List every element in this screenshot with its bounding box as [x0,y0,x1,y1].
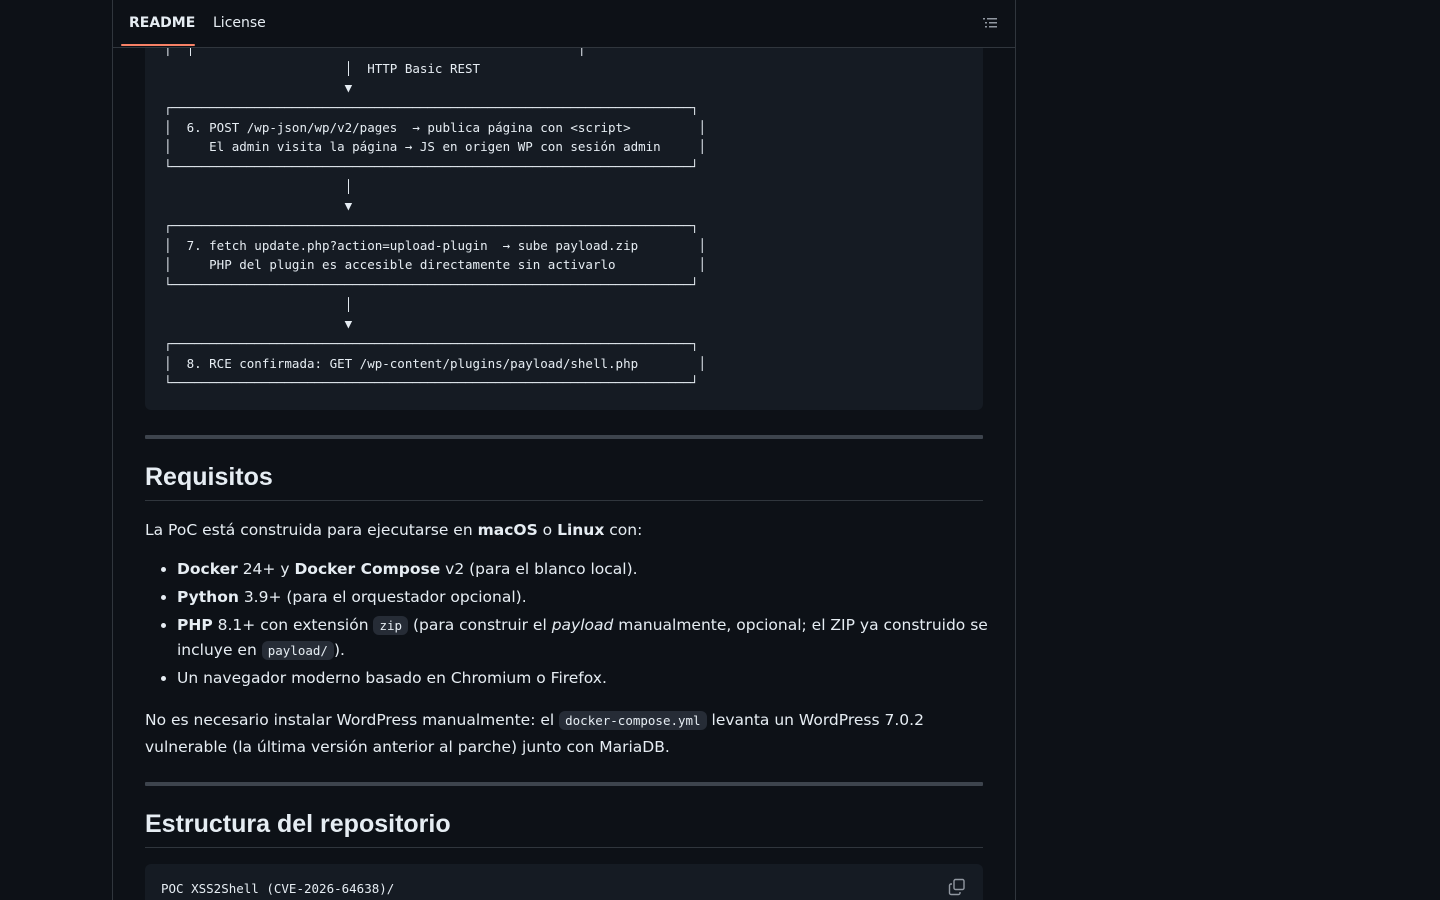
tab-license[interactable]: License [213,15,266,31]
repo-structure-codeblock: POC XSS2Shell (CVE-2026-64638)/ [145,864,983,900]
requisitos-note: No es necesario instalar WordPress manua… [145,711,924,756]
readme-tab-bar: README License [113,0,1015,48]
list-item: PHP 8.1+ con extensión zip (para constru… [177,613,1015,663]
section-divider [145,782,983,786]
heading-estructura: Estructura del repositorio [145,810,983,848]
active-tab-indicator [121,44,195,46]
attack-flow-diagram: │ │ │ │ HTTP Basic REST ▼ ┌─────────────… [145,0,983,410]
section-divider [145,435,983,439]
copy-icon [948,878,965,896]
heading-requisitos: Requisitos [145,463,983,501]
copy-button[interactable] [946,876,968,898]
list-outline-icon [983,18,997,28]
diagram-code: │ │ │ │ HTTP Basic REST ▼ ┌─────────────… [164,41,706,391]
requisitos-list: Docker 24+ y Docker Compose v2 (para el … [145,557,1015,694]
list-item: Docker 24+ y Docker Compose v2 (para el … [177,557,1015,582]
list-item: Python 3.9+ (para el orquestador opciona… [177,585,1015,610]
tab-readme[interactable]: README [129,15,195,31]
list-item: Un navegador moderno basado en Chromium … [177,666,1015,691]
readme-panel: README License │ │ │ │ HTTP Basic REST ▼… [112,0,1016,900]
repo-structure-code: POC XSS2Shell (CVE-2026-64638)/ [161,881,395,896]
requisitos-intro: La PoC está construida para ejecutarse e… [145,521,643,539]
outline-button[interactable] [979,12,1001,34]
